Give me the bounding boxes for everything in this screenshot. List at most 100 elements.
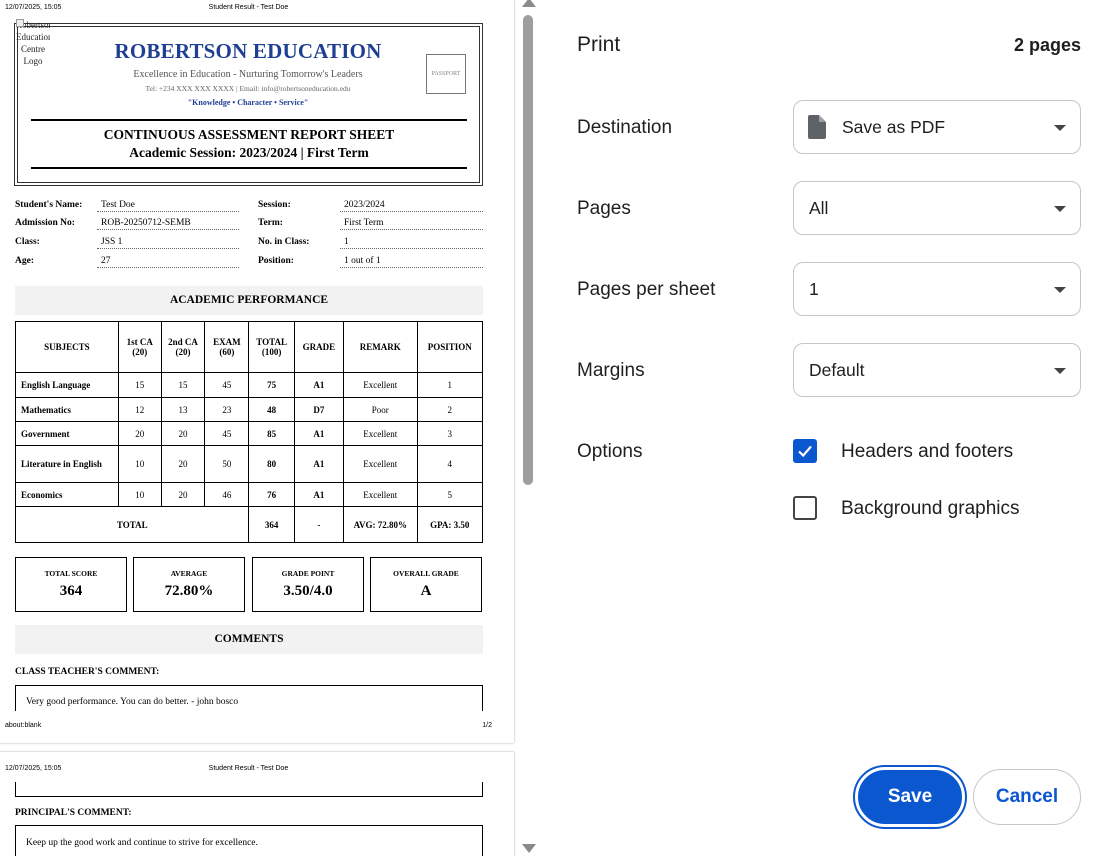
position-cell: 4 (416, 445, 484, 483)
exam-cell: 23 (204, 397, 250, 422)
headers-footers-label[interactable]: Headers and footers (841, 441, 1013, 463)
grade-cell: A1 (293, 421, 345, 446)
preview-scrollbar[interactable] (516, 0, 540, 856)
preview-page-1: 12/07/2025, 15:05 Student Result - Test … (0, 0, 514, 743)
no-in-class-row: No. in Class: 1 (258, 237, 483, 249)
results-table: SUBJECTS 1st CA (20) 2nd CA (20) EXAM (6… (14, 321, 484, 543)
info-label: Term: (258, 218, 283, 228)
remark-cell: Poor (343, 397, 418, 422)
school-contact: Tel: +234 XXX XXX XXXX | Email: info@rob… (145, 84, 351, 93)
total-cell: 48 (248, 397, 295, 422)
info-label: Class: (15, 237, 40, 247)
grade-cell: A1 (293, 445, 345, 483)
position-row: Position: 1 out of 1 (258, 256, 483, 268)
scrollbar-thumb[interactable] (523, 15, 533, 485)
table-row: Mathematics 12 13 23 48 D7 Poor 2 (15, 397, 484, 422)
checkmark-icon (798, 445, 812, 458)
chevron-down-icon (1054, 206, 1066, 212)
grade-cell: A1 (293, 372, 345, 398)
save-button[interactable]: Save (853, 765, 967, 829)
average-cell: AVG: 72.80% (343, 506, 418, 543)
table-row: English Language 15 15 45 75 A1 Excellen… (15, 372, 484, 398)
scroll-up-arrow-icon[interactable] (522, 0, 536, 7)
table-row: Economics 10 20 46 76 A1 Excellent 5 (15, 482, 484, 507)
summary-label: GRADE POINT (281, 569, 335, 578)
preview-page-2: 12/07/2025, 15:05 Student Result - Test … (0, 752, 514, 856)
print-dialog-title: Print (577, 33, 621, 56)
destination-select[interactable]: Save as PDF (793, 100, 1081, 154)
position-cell: 2 (416, 397, 484, 422)
scroll-down-arrow-icon[interactable] (522, 844, 536, 853)
pages-value: All (809, 198, 829, 218)
column-header: EXAM (60) (204, 321, 250, 373)
table-total-row: TOTAL 364 - AVG: 72.80% GPA: 3.50 (14, 506, 484, 543)
grade-cell: D7 (293, 397, 345, 422)
headers-footers-checkbox[interactable] (793, 439, 817, 463)
pages-per-sheet-value: 1 (809, 279, 819, 299)
pages-label: Pages (577, 198, 631, 219)
academic-performance-heading: ACADEMIC PERFORMANCE (15, 286, 483, 315)
session-row: Session: 2023/2024 (258, 200, 483, 212)
ca1-cell: 12 (117, 397, 162, 422)
no-in-class: 1 (340, 237, 483, 249)
total-cell: 76 (248, 482, 295, 507)
chevron-down-icon (1054, 287, 1066, 293)
subject-cell: Literature in English (15, 445, 119, 483)
summary-average: AVERAGE 72.80% (133, 557, 245, 612)
summary-value: 3.50/4.0 (283, 583, 333, 599)
student-name-row: Student's Name: Test Doe (15, 200, 239, 212)
print-settings-panel: Print 2 pages Destination Save as PDF Pa… (540, 0, 1116, 856)
total-cell: 80 (248, 445, 295, 483)
ca1-cell: 15 (117, 372, 162, 398)
total-grade-cell: - (293, 506, 345, 543)
class-position: 1 out of 1 (340, 256, 483, 268)
background-graphics-label[interactable]: Background graphics (841, 498, 1020, 520)
ca1-cell: 10 (117, 482, 162, 507)
school-tagline: Excellence in Education - Nurturing Tomo… (133, 69, 363, 80)
info-label: Age: (15, 256, 34, 266)
ca2-cell: 15 (160, 372, 206, 398)
passport-photo-placeholder: PASSPORT (426, 54, 466, 94)
admission-row: Admission No: ROB-20250712-SEMB (15, 218, 239, 230)
page-footer-area (0, 711, 514, 743)
destination-label: Destination (577, 117, 673, 138)
column-header: REMARK (343, 321, 418, 373)
ca2-cell: 20 (160, 445, 206, 483)
subject-cell: Mathematics (15, 397, 119, 422)
cancel-button[interactable]: Cancel (973, 769, 1081, 825)
class-row: Class: JSS 1 (15, 237, 239, 249)
principal-comment-label: PRINCIPAL'S COMMENT: (15, 808, 132, 818)
teacher-comment-box-continued (15, 782, 483, 797)
school-motto: "Knowledge • Character • Service" (187, 98, 309, 107)
chevron-down-icon (1054, 125, 1066, 131)
background-graphics-checkbox[interactable] (793, 496, 817, 520)
principal-comment: Keep up the good work and continue to st… (26, 838, 258, 848)
column-header: POSITION (416, 321, 484, 373)
table-row: Government 20 20 45 85 A1 Excellent 3 (15, 421, 484, 446)
gpa-cell: GPA: 3.50 (416, 506, 484, 543)
destination-value: Save as PDF (842, 117, 946, 137)
teacher-comment-label: CLASS TEACHER'S COMMENT: (15, 667, 160, 677)
grade-cell: A1 (293, 482, 345, 507)
margins-select[interactable]: Default (793, 343, 1081, 397)
pages-per-sheet-select[interactable]: 1 (793, 262, 1081, 316)
ca2-cell: 20 (160, 421, 206, 446)
column-header: TOTAL (100) (248, 321, 295, 373)
info-label: Admission No: (15, 218, 75, 228)
summary-total-score: TOTAL SCORE 364 (15, 557, 127, 612)
page-footer-number: 1/2 (482, 722, 492, 729)
page-header-title: Student Result - Test Doe (208, 4, 289, 11)
pages-select[interactable]: All (793, 181, 1081, 235)
position-cell: 5 (416, 482, 484, 507)
student-name: Test Doe (97, 200, 239, 212)
position-cell: 1 (416, 372, 484, 398)
pages-per-sheet-label: Pages per sheet (577, 279, 716, 300)
school-name: ROBERTSON EDUCATION (114, 39, 382, 63)
school-logo: Robertson Education Centre Logo (16, 19, 50, 67)
chevron-down-icon (1054, 368, 1066, 374)
student-term: First Term (340, 218, 483, 230)
total-score-cell: 364 (248, 506, 295, 543)
subject-cell: Economics (15, 482, 119, 507)
summary-overall-grade: OVERALL GRADE A (370, 557, 482, 612)
principal-comment-box: Keep up the good work and continue to st… (15, 825, 483, 856)
